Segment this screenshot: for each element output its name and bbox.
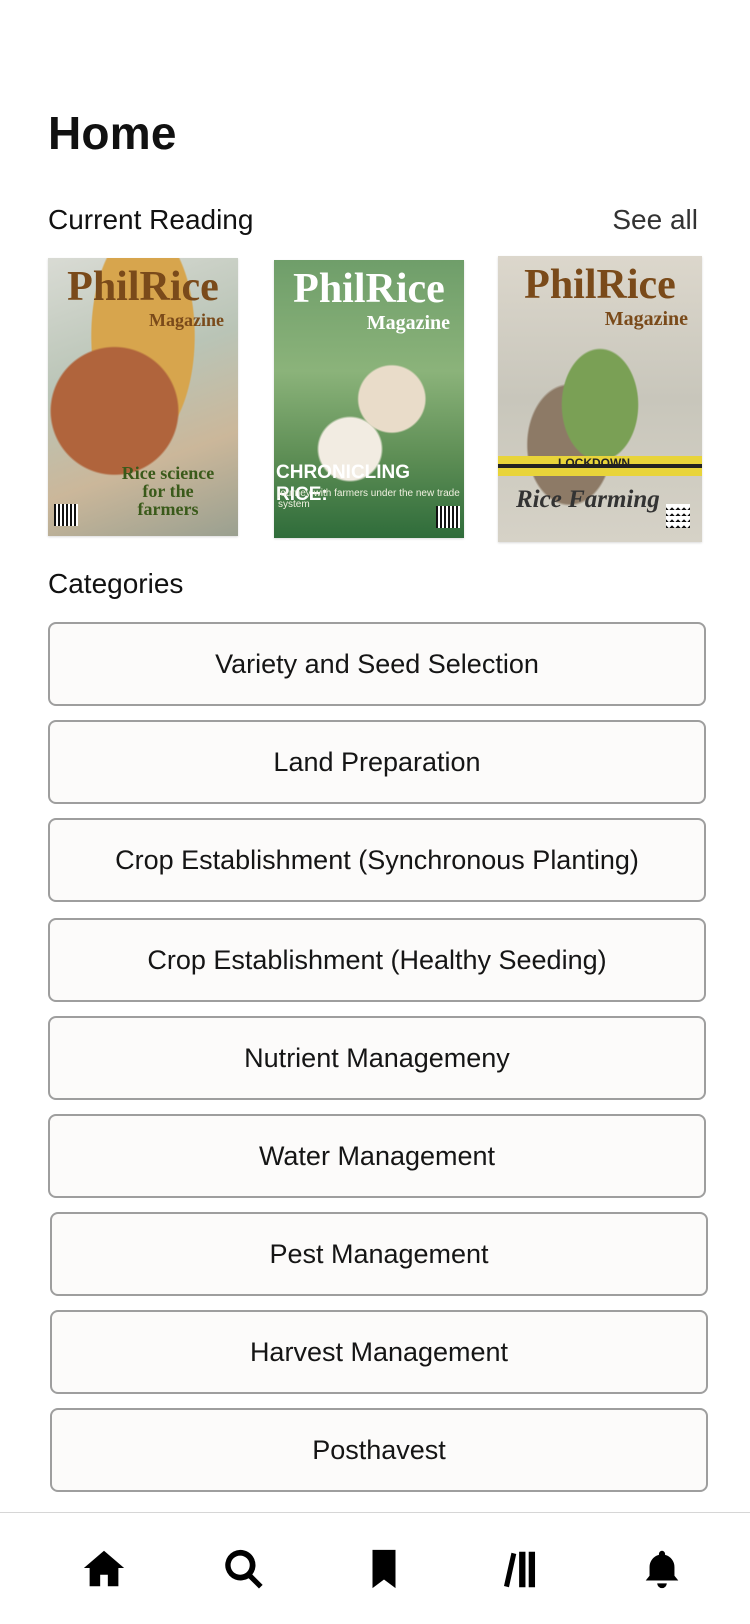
- bottom-nav: [0, 1513, 750, 1624]
- category-harvest-management[interactable]: Harvest Management: [50, 1310, 708, 1394]
- categories-title: Categories: [48, 568, 184, 599]
- barcode-icon: [436, 506, 460, 528]
- cover-masthead: PhilRice: [67, 264, 219, 310]
- category-posthavest[interactable]: Posthavest: [50, 1408, 708, 1492]
- category-pest-management[interactable]: Pest Management: [50, 1212, 708, 1296]
- home-icon: [83, 1550, 125, 1587]
- cover-subtitle: Magazine: [604, 308, 688, 330]
- current-reading-title: Current Reading: [48, 204, 254, 235]
- category-water-management[interactable]: Water Management: [48, 1114, 706, 1198]
- category-crop-establishment-synchronous[interactable]: Crop Establishment (Synchronous Planting…: [48, 818, 706, 902]
- category-crop-establishment-healthy-seeding[interactable]: Crop Establishment (Healthy Seeding): [48, 918, 706, 1002]
- page-title: Home: [48, 107, 177, 159]
- category-land-preparation[interactable]: Land Preparation: [48, 720, 706, 804]
- cover-masthead: PhilRice: [524, 262, 676, 308]
- cover-subtitle: Magazine: [366, 312, 450, 334]
- nav-bookmarks[interactable]: [358, 1543, 410, 1595]
- magazine-cover-1[interactable]: PhilRice Magazine Rice science for the f…: [48, 258, 238, 536]
- library-icon: [503, 1551, 536, 1588]
- cover-subtitle: Magazine: [149, 310, 224, 330]
- current-reading-header: Current Reading See all: [48, 204, 698, 236]
- cover-masthead: PhilRice: [293, 266, 445, 312]
- category-nutrient-management[interactable]: Nutrient Managemeny: [48, 1016, 706, 1100]
- qr-code-icon: [666, 504, 690, 528]
- barcode-icon: [54, 504, 78, 526]
- nav-search[interactable]: [218, 1543, 270, 1595]
- bookmark-icon: [372, 1549, 396, 1589]
- magazine-cover-2[interactable]: PhilRice Magazine CHRONICLING RICE: jour…: [274, 260, 464, 538]
- home-screen: Home Current Reading See all PhilRice Ma…: [0, 0, 750, 1624]
- see-all-link[interactable]: See all: [612, 204, 698, 236]
- nav-notifications[interactable]: [636, 1543, 688, 1595]
- nav-library[interactable]: [496, 1543, 548, 1595]
- search-icon: [225, 1549, 263, 1589]
- magazine-cover-3[interactable]: PhilRice Magazine LOCKDOWN Rice Farming: [498, 256, 702, 542]
- cover-tagline: Rice Farming: [516, 486, 660, 513]
- bell-icon: [645, 1550, 679, 1589]
- category-variety-seed-selection[interactable]: Variety and Seed Selection: [48, 622, 706, 706]
- cover-banner: LOCKDOWN: [558, 456, 630, 470]
- nav-home[interactable]: [78, 1543, 130, 1595]
- cover-tagline: Rice science for the farmers: [121, 463, 215, 519]
- current-reading-carousel: PhilRice Magazine Rice science for the f…: [0, 256, 750, 556]
